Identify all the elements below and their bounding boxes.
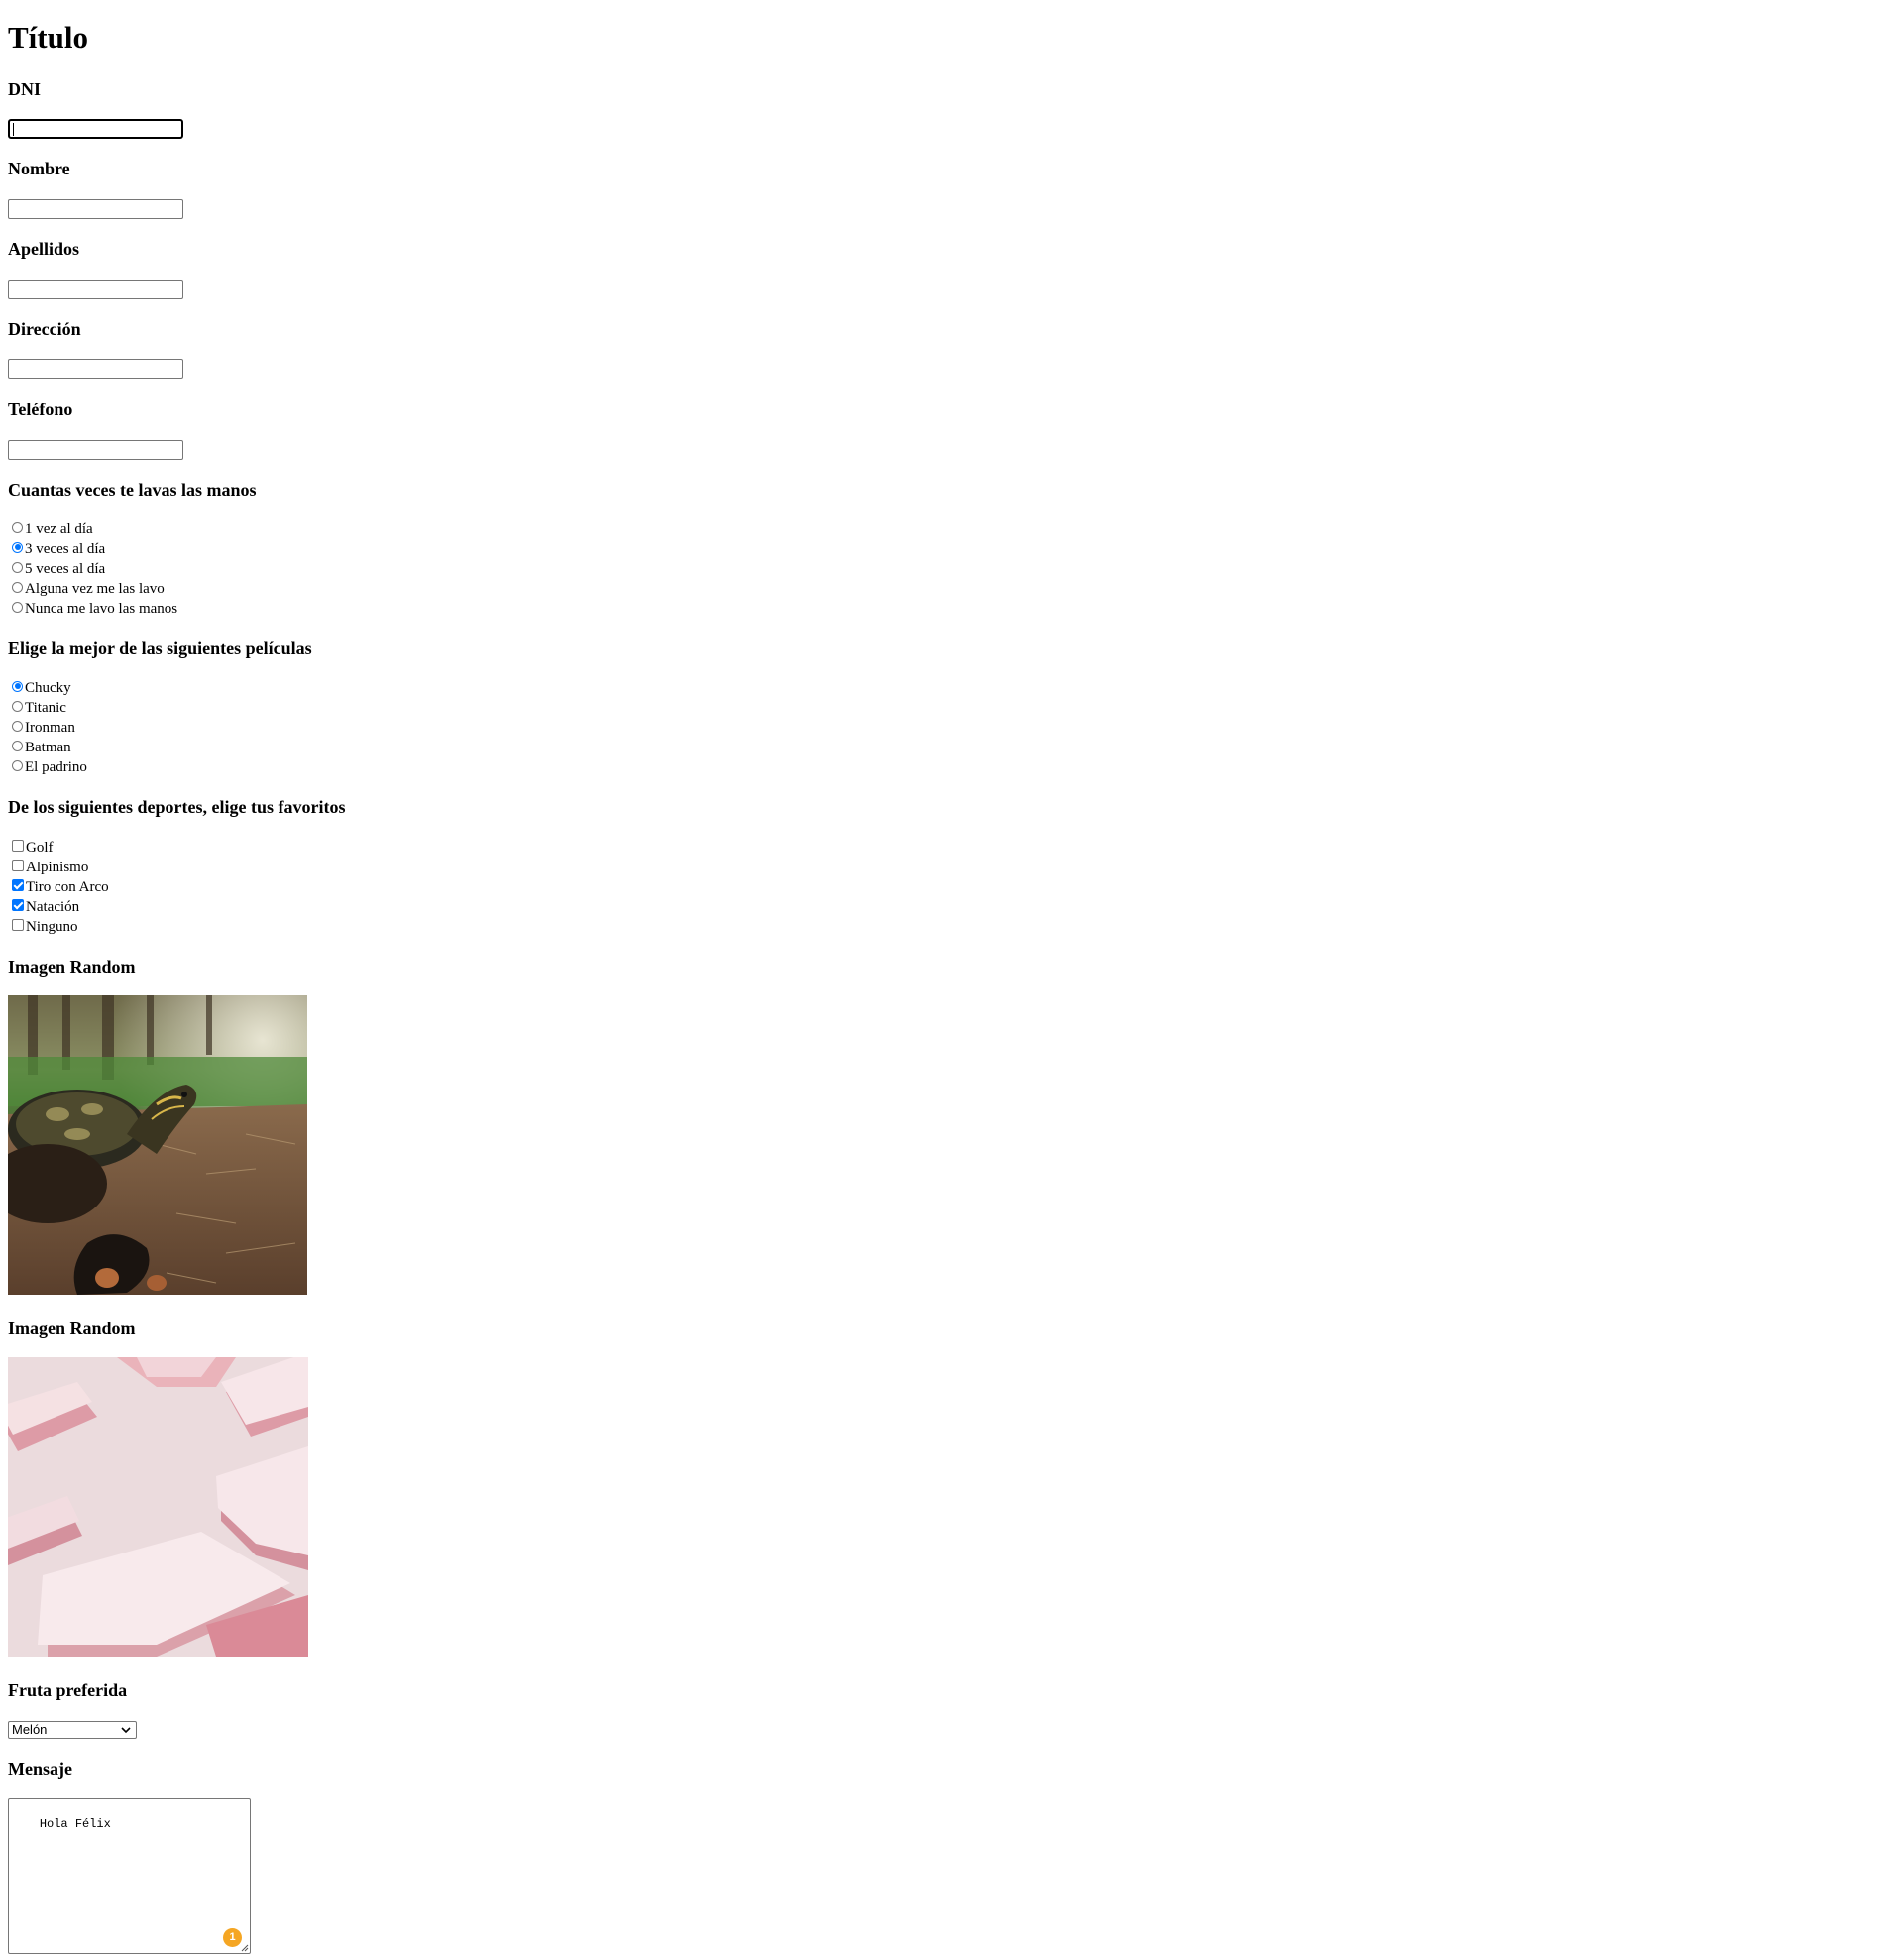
radio-option[interactable]: Alguna vez me las lavo (12, 579, 177, 599)
radio-option[interactable]: Nunca me lavo las manos (12, 599, 177, 619)
radio-option[interactable]: Batman (12, 738, 87, 757)
radio-option-label: Nunca me lavo las manos (25, 601, 178, 617)
radio-button[interactable] (12, 759, 23, 771)
radio-option-label: Ironman (25, 720, 75, 736)
movies-radio-group: Chucky Titanic Ironman Batman El padrino (12, 678, 87, 777)
checkbox[interactable] (12, 899, 24, 911)
radio-option[interactable]: 1 vez al día (12, 519, 177, 539)
nombre-input[interactable] (8, 199, 183, 219)
page-title: Título (8, 20, 88, 55)
fruit-select-value: Melón (12, 1722, 48, 1737)
image-2-label: Imagen Random (8, 1319, 136, 1338)
checkbox[interactable] (12, 919, 24, 931)
checkbox-option-label: Tiro con Arco (26, 879, 109, 895)
radio-option-label: 3 veces al día (25, 541, 106, 557)
notification-badge[interactable]: 1 (223, 1928, 242, 1947)
chevron-down-icon (121, 1727, 131, 1734)
apellidos-input[interactable] (8, 280, 183, 299)
message-text: Hola Félix (39, 1817, 111, 1831)
radio-button[interactable] (12, 700, 23, 712)
checkbox[interactable] (12, 879, 24, 891)
radio-button[interactable] (12, 740, 23, 751)
fruit-label: Fruta preferida (8, 1680, 128, 1700)
checkbox-option[interactable]: Natación (12, 897, 109, 917)
radio-option[interactable]: 3 veces al día (12, 539, 177, 559)
radio-option-label: Batman (25, 740, 71, 755)
text-caret (13, 123, 14, 136)
checkbox-option[interactable]: Golf (12, 838, 109, 858)
radio-button[interactable] (12, 680, 23, 692)
radio-option[interactable]: 5 veces al día (12, 559, 177, 579)
radio-option[interactable]: Chucky (12, 678, 87, 698)
radio-button[interactable] (12, 581, 23, 593)
telefono-input[interactable] (8, 440, 183, 460)
radio-option-label: El padrino (25, 759, 87, 775)
nombre-label: Nombre (8, 159, 70, 178)
turtle-photo (8, 995, 307, 1295)
message-textarea[interactable]: Hola Félix 1 (8, 1798, 251, 1954)
radio-option-label: Titanic (25, 700, 66, 716)
radio-button[interactable] (12, 720, 23, 732)
pink-abstract-photo (8, 1357, 308, 1657)
radio-button[interactable] (12, 521, 23, 533)
message-label: Mensaje (8, 1759, 72, 1779)
direccion-label: Dirección (8, 319, 81, 339)
radio-option-label: Alguna vez me las lavo (25, 581, 165, 597)
handwash-question: Cuantas veces te lavas las manos (8, 480, 257, 500)
resize-grip-icon[interactable] (241, 1944, 249, 1952)
sports-checkbox-group: Golf Alpinismo Tiro con Arco Natación Ni… (12, 838, 109, 937)
radio-option[interactable]: El padrino (12, 757, 87, 777)
checkbox-option[interactable]: Ninguno (12, 917, 109, 937)
radio-option-label: 1 vez al día (25, 521, 93, 537)
checkbox-option-label: Alpinismo (26, 860, 89, 875)
checkbox-option-label: Natación (26, 899, 80, 915)
direccion-input[interactable] (8, 359, 183, 379)
checkbox-option[interactable]: Alpinismo (12, 858, 109, 877)
radio-button[interactable] (12, 561, 23, 573)
radio-option-label: 5 veces al día (25, 561, 106, 577)
fruit-select[interactable]: Melón (8, 1721, 137, 1739)
radio-button[interactable] (12, 601, 23, 613)
apellidos-label: Apellidos (8, 239, 80, 259)
movies-question: Elige la mejor de las siguientes películ… (8, 638, 312, 658)
dni-input[interactable] (8, 119, 183, 139)
radio-option[interactable]: Titanic (12, 698, 87, 718)
dni-label: DNI (8, 79, 42, 99)
handwash-radio-group: 1 vez al día 3 veces al día 5 veces al d… (12, 519, 177, 619)
checkbox-option[interactable]: Tiro con Arco (12, 877, 109, 897)
telefono-label: Teléfono (8, 400, 73, 419)
image-1-label: Imagen Random (8, 957, 136, 977)
radio-button[interactable] (12, 541, 23, 553)
sports-question: De los siguientes deportes, elige tus fa… (8, 797, 346, 817)
checkbox[interactable] (12, 860, 24, 871)
radio-option[interactable]: Ironman (12, 718, 87, 738)
checkbox-option-label: Golf (26, 840, 54, 856)
checkbox-option-label: Ninguno (26, 919, 78, 935)
checkbox[interactable] (12, 840, 24, 852)
radio-option-label: Chucky (25, 680, 71, 696)
